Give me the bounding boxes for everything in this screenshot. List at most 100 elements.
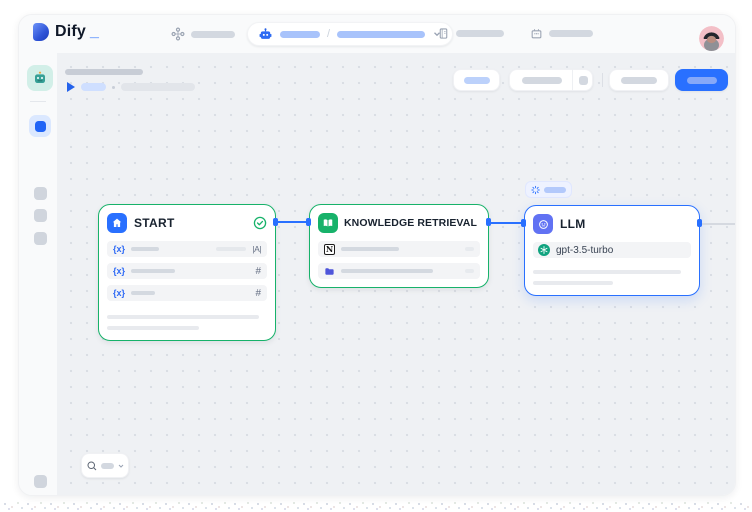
variable-value-placeholder: [216, 247, 246, 251]
openai-icon: [538, 244, 550, 256]
notion-icon: N: [324, 244, 335, 255]
home-icon: [111, 217, 123, 229]
run-label-placeholder: [81, 83, 106, 91]
edge-knowledge-to-llm: [489, 222, 524, 224]
run-meta-placeholder: [121, 83, 195, 91]
dify-logo-icon: [33, 23, 49, 41]
toolbar-group[interactable]: [509, 69, 593, 91]
workflow-crosshair-icon: [171, 27, 185, 41]
string-type-icon: |A|: [252, 244, 261, 254]
start-var-row: {x} |A|: [107, 241, 267, 257]
zoom-control[interactable]: [81, 453, 129, 478]
number-type-icon: #: [255, 266, 261, 277]
publish-button[interactable]: [675, 69, 728, 91]
features-button[interactable]: [453, 69, 500, 91]
rail-item-3[interactable]: [34, 209, 47, 222]
edge-llm-outgoing: [700, 223, 736, 225]
toolbar-divider: [602, 73, 603, 87]
node-start[interactable]: START {x} |A| {x} #: [98, 204, 276, 341]
dify-logo[interactable]: Dify _: [33, 23, 99, 41]
llm-circle-icon: [537, 218, 550, 231]
app-name-placeholder: [280, 31, 320, 38]
rail-item-4[interactable]: [34, 232, 47, 245]
last-run-status[interactable]: [67, 82, 195, 92]
nav-docs-label-placeholder: [456, 30, 504, 37]
node-desc-line: [533, 270, 681, 274]
variable-name-placeholder: [131, 247, 159, 251]
llm-model-row[interactable]: gpt-3.5-turbo: [533, 242, 691, 258]
knowledge-output-handle[interactable]: [486, 218, 491, 226]
rail-app-icon[interactable]: [27, 65, 53, 91]
features-label-placeholder: [464, 77, 490, 84]
check-circle-icon: [253, 216, 267, 230]
dataset-name-placeholder: [341, 247, 399, 251]
nav-docs[interactable]: [437, 27, 504, 40]
dataset-name-placeholder: [341, 269, 433, 273]
node-desc-line: [107, 326, 199, 330]
llm-input-handle[interactable]: [521, 219, 526, 227]
zoom-search-icon: [86, 460, 98, 472]
rail-item-workflow-active[interactable]: [29, 115, 51, 137]
workflow-nav-icon: [35, 121, 46, 132]
toolbar-label-placeholder: [522, 77, 562, 84]
edge-start-to-knowledge: [276, 221, 309, 223]
dataset-meta-placeholder: [465, 247, 474, 251]
dataset-meta-placeholder: [465, 269, 474, 273]
publish-label-placeholder: [687, 77, 717, 84]
variable-name-placeholder: [131, 291, 155, 295]
status-dot: [112, 86, 115, 89]
preview-button[interactable]: [609, 69, 669, 91]
llm-model-name: gpt-3.5-turbo: [556, 245, 613, 256]
switcher-separator: /: [327, 28, 330, 40]
bottom-noise-strip: [2, 501, 750, 511]
left-rail: [19, 53, 57, 495]
workflow-canvas[interactable]: START {x} |A| {x} #: [57, 53, 736, 496]
variable-prefix: {x}: [113, 288, 125, 298]
number-type-icon: #: [255, 288, 261, 299]
nav-studio-label-placeholder: [191, 31, 235, 38]
play-icon: [67, 82, 75, 92]
start-var-row: {x} #: [107, 285, 267, 301]
dify-logo-accent: _: [90, 23, 99, 41]
rail-item-bottom[interactable]: [34, 475, 47, 488]
robot-icon: [258, 27, 273, 42]
book-icon: [322, 217, 334, 229]
start-output-handle[interactable]: [273, 218, 278, 226]
toolbar-extra-button[interactable]: [579, 76, 588, 85]
chevron-down-icon: [117, 462, 125, 470]
app-window: Dify _ /: [18, 14, 736, 496]
nav-api[interactable]: [530, 27, 593, 40]
toolbar-group-divider: [572, 69, 573, 91]
app-switcher[interactable]: /: [247, 22, 453, 46]
node-desc-line: [107, 315, 259, 319]
folder-icon: [324, 266, 335, 277]
node-desc-line: [533, 281, 613, 285]
variable-prefix: {x}: [113, 244, 125, 254]
spinner-icon: [531, 185, 540, 195]
app-robot-icon: [32, 70, 48, 86]
rail-item-2[interactable]: [34, 187, 47, 200]
api-icon: [530, 27, 543, 40]
nav-api-label-placeholder: [549, 30, 593, 37]
variable-name-placeholder: [131, 269, 175, 273]
llm-running-badge: [525, 181, 572, 198]
knowledge-node-title: KNOWLEDGE RETRIEVAL: [344, 217, 477, 229]
zoom-level-placeholder: [101, 463, 114, 469]
node-llm[interactable]: LLM gpt-3.5-turbo: [524, 205, 700, 296]
top-header: Dify _ /: [19, 15, 735, 53]
dataset-row: [318, 263, 480, 279]
start-var-row: {x} #: [107, 263, 267, 279]
workflow-name-placeholder: [337, 31, 425, 38]
llm-output-handle[interactable]: [697, 219, 702, 227]
nav-studio[interactable]: [171, 27, 235, 41]
dataset-row: N: [318, 241, 480, 257]
variable-prefix: {x}: [113, 266, 125, 276]
knowledge-input-handle[interactable]: [306, 218, 311, 226]
running-label-placeholder: [544, 187, 566, 193]
docs-icon: [437, 27, 450, 40]
user-avatar[interactable]: [699, 26, 724, 51]
dify-logo-text: Dify: [55, 23, 86, 41]
workflow-title-placeholder: [65, 69, 143, 75]
node-knowledge-retrieval[interactable]: KNOWLEDGE RETRIEVAL N: [309, 204, 489, 288]
rail-divider: [30, 101, 46, 102]
